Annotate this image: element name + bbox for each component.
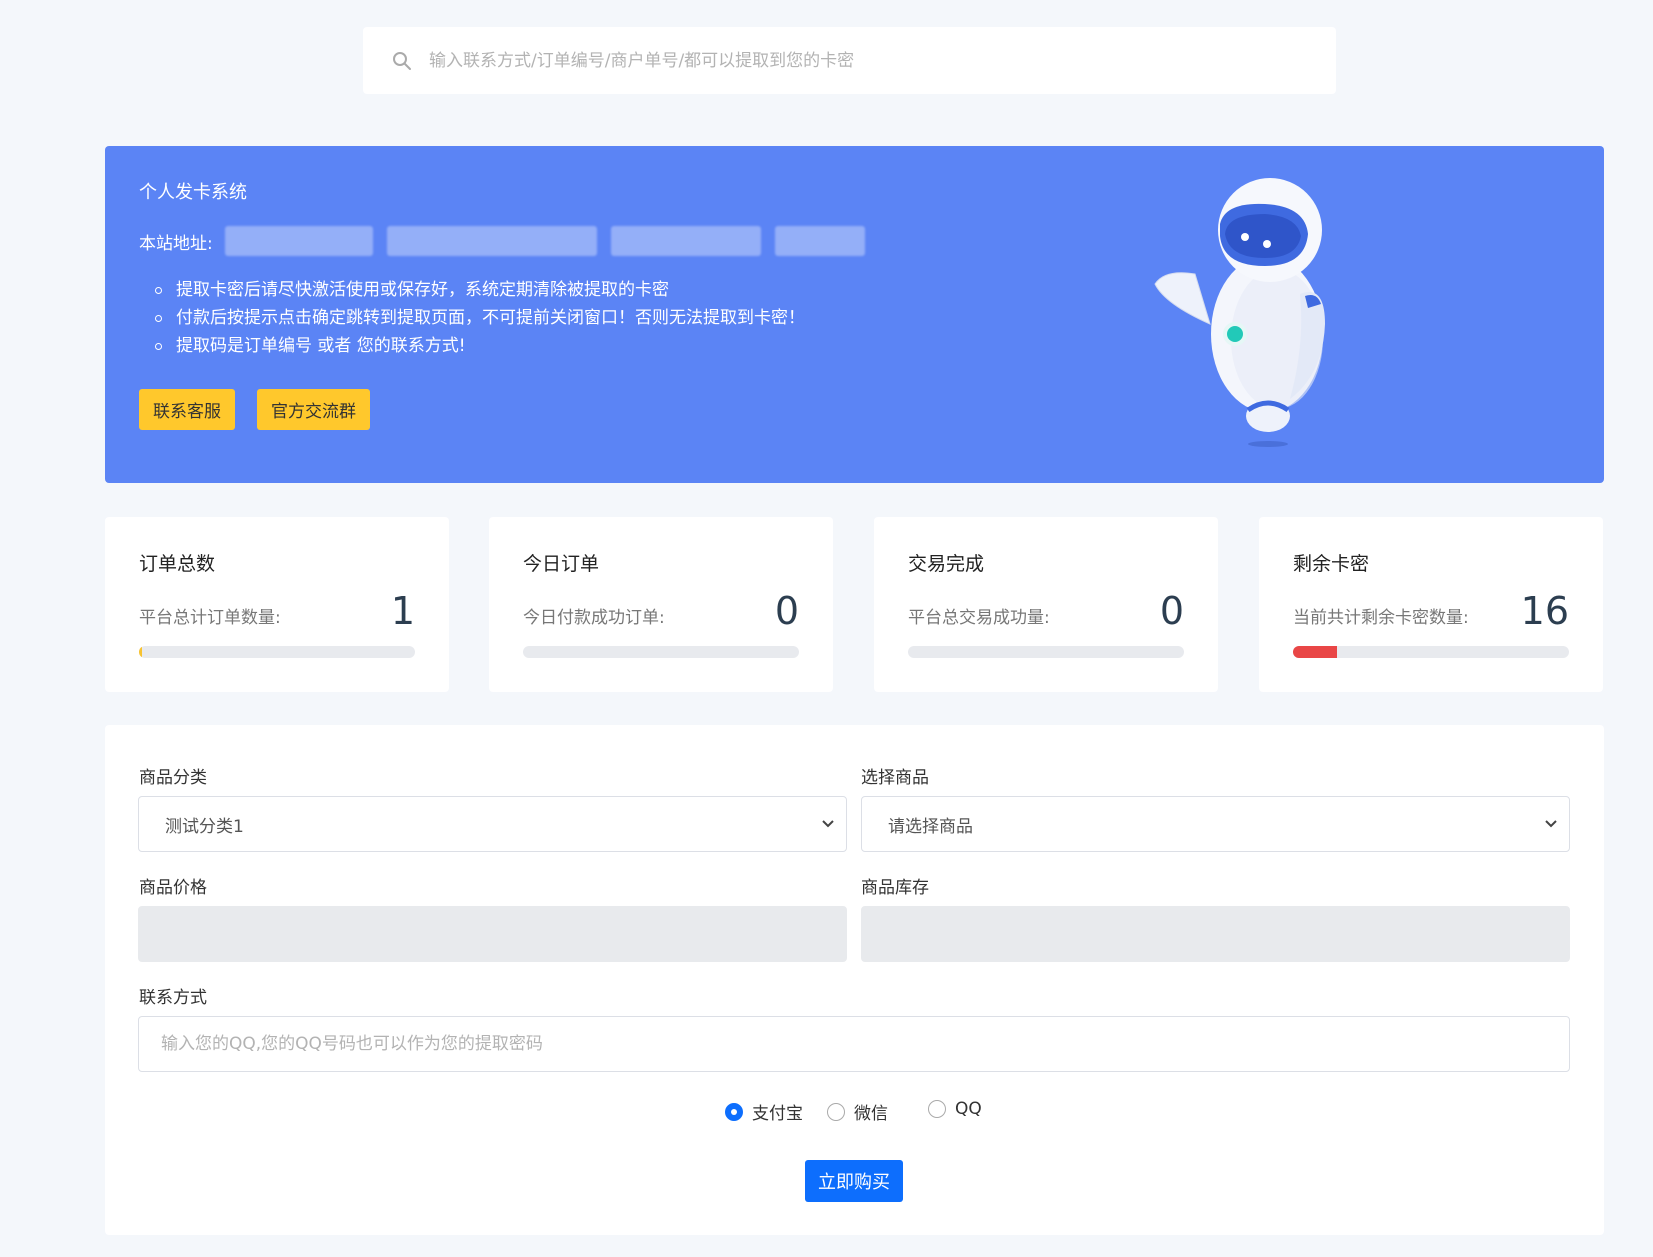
- stat-title: 今日订单: [523, 553, 600, 575]
- payment-label: QQ: [955, 1099, 982, 1119]
- stat-card-completed-trades: 交易完成 平台总交易成功量: 0: [874, 517, 1218, 692]
- notice-item: 提取卡密后请尽快激活使用或保存好，系统定期清除被提取的卡密: [139, 276, 805, 304]
- stat-value: 1: [390, 589, 415, 633]
- stat-value: 0: [1159, 589, 1184, 633]
- buy-now-button[interactable]: 立即购买: [805, 1160, 903, 1202]
- search-icon: [391, 50, 413, 72]
- site-address-row: 本站地址:: [139, 226, 879, 256]
- radio-icon[interactable]: [725, 1102, 743, 1121]
- progress-track: [139, 646, 415, 658]
- bullet-icon: [155, 314, 162, 322]
- payment-option-wechat[interactable]: 微信: [827, 1099, 888, 1124]
- category-select[interactable]: 测试分类1: [138, 796, 847, 852]
- stat-title: 订单总数: [139, 553, 216, 575]
- site-address-label: 本站地址:: [139, 233, 213, 254]
- bullet-icon: [155, 342, 162, 350]
- payment-option-qq[interactable]: QQ: [928, 1099, 982, 1119]
- progress-track: [1293, 646, 1569, 658]
- progress-fill: [1293, 646, 1338, 658]
- product-select[interactable]: 请选择商品: [861, 796, 1570, 852]
- price-field: [138, 906, 847, 962]
- search-bar: [363, 27, 1336, 94]
- notice-item: 提取码是订单编号 或者 您的联系方式!: [139, 332, 805, 360]
- stat-card-total-orders: 订单总数 平台总计订单数量: 1: [105, 517, 449, 692]
- payment-label: 微信: [854, 1104, 888, 1124]
- notice-item: 付款后按提示点击确定跳转到提取页面，不可提前关闭窗口！否则无法提取到卡密！: [139, 304, 805, 332]
- progress-fill: [139, 646, 142, 658]
- site-address-redacted: [386, 226, 597, 256]
- contact-label: 联系方式: [139, 988, 207, 1008]
- stat-card-today-orders: 今日订单 今日付款成功订单: 0: [489, 517, 833, 692]
- progress-track: [523, 646, 799, 658]
- stat-label: 当前共计剩余卡密数量:: [1293, 608, 1469, 628]
- stat-title: 交易完成: [908, 553, 985, 575]
- radio-icon[interactable]: [827, 1102, 845, 1121]
- stat-value: 0: [774, 589, 799, 633]
- contact-service-button[interactable]: 联系客服: [139, 389, 235, 430]
- stat-title: 剩余卡密: [1293, 553, 1370, 575]
- site-address-redacted: [610, 226, 761, 256]
- stock-label: 商品库存: [861, 878, 929, 898]
- price-label: 商品价格: [139, 878, 207, 898]
- category-label: 商品分类: [139, 768, 207, 788]
- stat-label: 平台总计订单数量:: [139, 608, 281, 628]
- contact-field[interactable]: [138, 1016, 1570, 1072]
- category-select-value: 测试分类1: [165, 816, 244, 837]
- radio-icon[interactable]: [928, 1100, 946, 1118]
- hero-banner: 个人发卡系统 本站地址: 提取卡密后请尽快激活使用或保存好，系统定期清除被提取的…: [105, 146, 1604, 483]
- stat-label: 平台总交易成功量:: [908, 608, 1050, 628]
- product-label: 选择商品: [861, 768, 929, 788]
- notice-list: 提取卡密后请尽快激活使用或保存好，系统定期清除被提取的卡密 付款后按提示点击确定…: [139, 276, 805, 360]
- robot-illustration: [1154, 178, 1325, 447]
- stat-value: 16: [1520, 589, 1569, 633]
- site-title: 个人发卡系统: [139, 182, 247, 203]
- banner-buttons: 联系客服 官方交流群: [139, 389, 370, 430]
- site-address-redacted: [224, 226, 373, 256]
- stock-field: [861, 906, 1570, 962]
- search-input[interactable]: [429, 50, 1336, 71]
- chevron-down-icon: [820, 816, 836, 832]
- contact-input[interactable]: [161, 1034, 1569, 1054]
- stat-card-remaining-cards: 剩余卡密 当前共计剩余卡密数量: 16: [1259, 517, 1603, 692]
- official-group-button[interactable]: 官方交流群: [257, 389, 370, 430]
- payment-label: 支付宝: [752, 1104, 803, 1124]
- progress-track: [908, 646, 1184, 658]
- payment-option-alipay[interactable]: 支付宝: [725, 1099, 803, 1124]
- stat-label: 今日付款成功订单:: [523, 608, 665, 628]
- chevron-down-icon: [1543, 816, 1559, 832]
- site-address-redacted: [774, 226, 865, 256]
- product-select-value: 请选择商品: [888, 816, 973, 837]
- bullet-icon: [155, 286, 162, 294]
